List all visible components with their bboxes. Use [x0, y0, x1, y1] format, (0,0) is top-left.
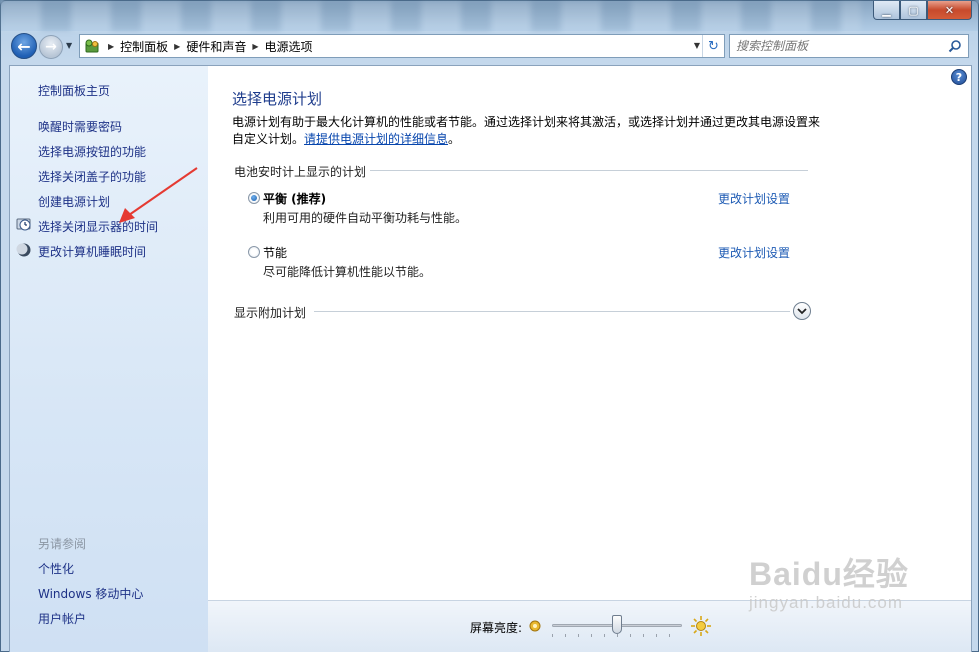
- window-controls: ▁ ▢ ✕: [873, 1, 972, 20]
- refresh-button[interactable]: ↻: [702, 35, 724, 57]
- moon-icon: [16, 243, 31, 257]
- maximize-button[interactable]: ▢: [900, 1, 927, 20]
- additional-plans-divider: [314, 311, 790, 312]
- sidebar-item-sleep-time[interactable]: 更改计算机睡眠时间: [38, 243, 146, 260]
- plan-power-saver-settings-link[interactable]: 更改计划设置: [718, 244, 790, 261]
- plans-group-title: 电池安时计上显示的计划: [234, 163, 371, 180]
- search-box[interactable]: [729, 34, 969, 58]
- brightness-slider-ticks: [552, 634, 682, 637]
- back-arrow-icon: ←: [17, 36, 31, 56]
- help-button[interactable]: ?: [951, 69, 967, 85]
- control-panel-icon: [82, 37, 102, 55]
- plan-balanced-name[interactable]: 平衡 (推荐): [263, 190, 326, 207]
- brightness-slider-thumb[interactable]: [612, 615, 622, 634]
- breadcrumb-separator-icon[interactable]: ▶: [108, 42, 114, 51]
- see-also-personalization[interactable]: 个性化: [38, 560, 74, 577]
- breadcrumb-control-panel[interactable]: 控制面板: [120, 38, 168, 55]
- monitor-clock-icon: [16, 218, 31, 231]
- sidebar-item-display-off[interactable]: 选择关闭显示器的时间: [38, 218, 158, 235]
- window-frame: ▁ ▢ ✕ ← → ▼ ▶ 控制面板 ▶ 硬件和声音 ▶ 电源选项 ▼ ↻ 搜索…: [0, 0, 979, 652]
- brightness-label: 屏幕亮度:: [470, 621, 523, 635]
- page-description: 电源计划有助于最大化计算机的性能或者节能。通过选择计划来将其激活，或选择计划并通…: [232, 114, 822, 148]
- refresh-icon: ↻: [708, 38, 719, 54]
- sidebar-item-wake-password[interactable]: 唤醒时需要密码: [38, 118, 122, 135]
- navigation-bar: ← → ▼ ▶ 控制面板 ▶ 硬件和声音 ▶ 电源选项 ▼ ↻: [9, 33, 972, 61]
- back-button[interactable]: ←: [11, 33, 37, 59]
- breadcrumb-separator-icon[interactable]: ▶: [252, 42, 258, 51]
- sidebar-item-create-plan[interactable]: 创建电源计划: [38, 193, 110, 210]
- watermark-url: jingyan.baidu.com: [749, 593, 904, 612]
- bright-sun-icon: [691, 616, 711, 636]
- chevron-down-icon: [797, 308, 807, 315]
- plan-balanced-desc: 利用可用的硬件自动平衡功耗与性能。: [263, 211, 468, 225]
- title-bar-blur: [1, 1, 861, 31]
- title-bar: ▁ ▢ ✕: [1, 1, 978, 31]
- dim-sun-icon: [529, 620, 541, 632]
- search-input[interactable]: [730, 36, 940, 56]
- plan-power-saver-name[interactable]: 节能: [263, 244, 287, 261]
- search-icon[interactable]: [948, 39, 962, 53]
- see-also-mobility-center[interactable]: Windows 移动中心: [38, 585, 143, 602]
- forward-arrow-icon: →: [45, 39, 57, 55]
- sidebar-item-power-button[interactable]: 选择电源按钮的功能: [38, 143, 146, 160]
- breadcrumb-hardware-sound[interactable]: 硬件和声音: [186, 38, 246, 55]
- forward-button[interactable]: →: [39, 35, 63, 59]
- group-divider: [368, 170, 808, 171]
- close-button[interactable]: ✕: [927, 1, 972, 20]
- address-dropdown-icon[interactable]: ▼: [694, 41, 700, 50]
- breadcrumb-separator-icon[interactable]: ▶: [174, 42, 180, 51]
- plan-power-saver-desc: 尽可能降低计算机性能以节能。: [263, 265, 432, 279]
- baidu-watermark: Baidu经验 jingyan.baidu.com: [749, 549, 909, 613]
- show-additional-plans-label[interactable]: 显示附加计划: [234, 304, 306, 321]
- expand-plans-button[interactable]: [793, 302, 811, 320]
- help-icon: ?: [955, 70, 963, 84]
- plan-balanced-settings-link[interactable]: 更改计划设置: [718, 190, 790, 207]
- description-end: 。: [448, 132, 461, 146]
- breadcrumb-power-options[interactable]: 电源选项: [265, 38, 313, 55]
- see-also-heading: 另请参阅: [38, 537, 87, 551]
- see-also-user-accounts[interactable]: 用户帐户: [38, 610, 86, 627]
- sidebar-home-link[interactable]: 控制面板主页: [38, 82, 110, 99]
- history-dropdown-icon[interactable]: ▼: [66, 41, 72, 50]
- watermark-logo: Baidu经验: [749, 556, 909, 592]
- sidebar-item-lid-close[interactable]: 选择关闭盖子的功能: [38, 168, 146, 185]
- plan-power-saver-radio[interactable]: [248, 246, 260, 258]
- task-pane: 控制面板主页 唤醒时需要密码 选择电源按钮的功能 选择关闭盖子的功能 创建电源计…: [10, 66, 208, 652]
- page-title: 选择电源计划: [232, 90, 323, 108]
- plan-details-link[interactable]: 请提供电源计划的详细信息: [304, 132, 448, 146]
- address-bar[interactable]: ▶ 控制面板 ▶ 硬件和声音 ▶ 电源选项 ▼ ↻: [79, 34, 725, 58]
- plan-balanced-radio[interactable]: [248, 192, 260, 204]
- minimize-button[interactable]: ▁: [873, 1, 900, 20]
